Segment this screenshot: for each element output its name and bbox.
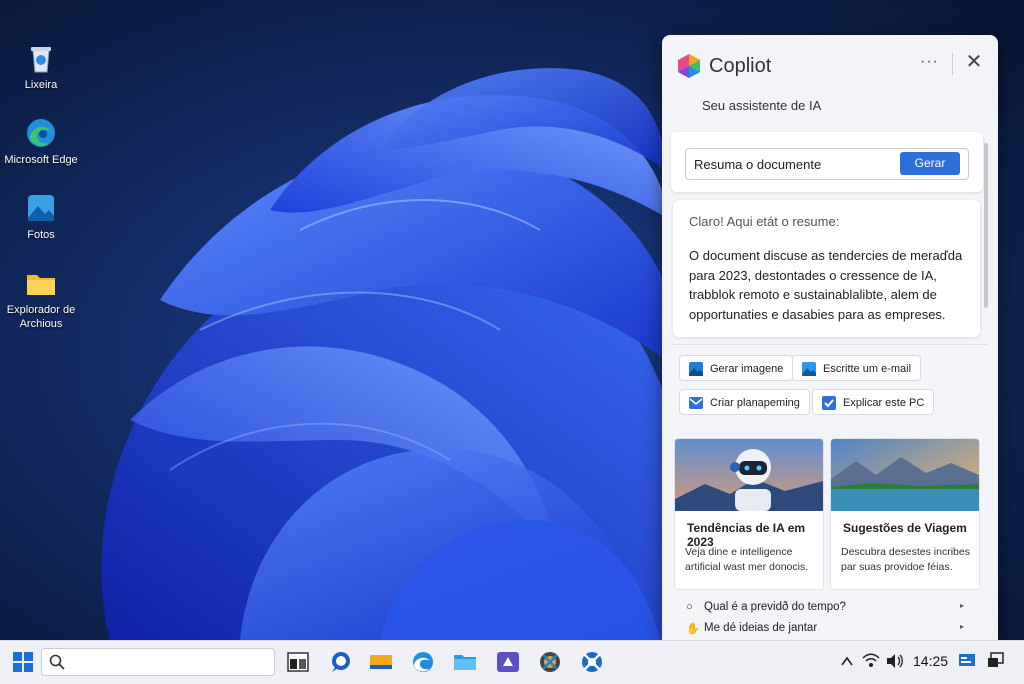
answer-intro: Claro! Aqui etát o resume: [689, 214, 840, 229]
hand-icon: ✋ [686, 623, 700, 635]
settings-icon[interactable] [538, 650, 562, 674]
chevron-right-icon: ▸ [960, 622, 965, 631]
checkbox-icon [822, 396, 836, 410]
desktop-icon-recycle-bin[interactable]: Lixeira [1, 42, 81, 92]
card-travel-suggestions[interactable]: Sugestões de Viagem Descubra desestes in… [830, 438, 980, 590]
chip-write-email[interactable]: Escritte um e-mail [792, 355, 922, 381]
edge-taskbar-icon[interactable] [411, 650, 435, 674]
image-icon [802, 362, 816, 376]
more-options-button[interactable]: ··· [920, 53, 939, 71]
volume-icon[interactable] [886, 653, 904, 669]
card-title: Sugestões de Viagem [843, 521, 967, 535]
copilot-header: Copliot ··· ✕ Seu assistente de IA [662, 35, 998, 125]
header-separator [952, 53, 953, 75]
divider [672, 344, 988, 345]
chip-explain-pc[interactable]: Explicar este PC [812, 389, 935, 415]
store-icon[interactable] [496, 650, 520, 674]
edge-icon [27, 119, 55, 147]
card-ai-trends[interactable]: Tendências de IA em 2023 Veja dine e int… [674, 438, 824, 590]
suggestion-label: Qual é a previdð do tempo? [704, 601, 846, 613]
desktop-icon-edge[interactable]: Microsoft Edge [1, 117, 81, 167]
chat-icon[interactable] [328, 650, 352, 674]
chip-label: Gerar imagene [710, 363, 784, 375]
weather-icon: ○ [686, 601, 693, 613]
folder-icon [27, 275, 55, 295]
image-icon [689, 362, 703, 376]
prompt-card: Resuma o documente Gerar [671, 132, 983, 192]
chip-generate-image[interactable]: Gerar imagene [679, 355, 794, 381]
helm-icon[interactable] [580, 650, 604, 674]
taskbar: 14:25 [0, 640, 1024, 684]
robot-image [675, 439, 823, 511]
prompt-input[interactable]: Resuma o documente Gerar [685, 148, 969, 180]
generate-button[interactable]: Gerar [900, 152, 960, 175]
clock[interactable]: 14:25 [913, 653, 948, 669]
taskbar-search-box[interactable] [41, 648, 275, 676]
copilot-title: Copliot [709, 55, 772, 77]
recycle-bin-icon [31, 47, 51, 73]
copilot-panel: Copliot ··· ✕ Seu assistente de IA Resum… [662, 35, 998, 640]
widgets-icon[interactable] [369, 650, 393, 674]
chip-label: Criar planapeming [710, 397, 800, 409]
desktop-icon-file-explorer[interactable]: Explorador de Archious [1, 267, 81, 331]
close-button[interactable]: ✕ [964, 49, 984, 74]
chip-label: Explicar este PC [843, 397, 925, 409]
wifi-icon[interactable] [862, 653, 880, 669]
card-description: Descubra desestes incribes par suas prov… [841, 546, 970, 573]
desktop-icon-photos[interactable]: Fotos [1, 192, 81, 242]
scrollbar-thumb[interactable] [984, 143, 988, 308]
file-explorer-icon[interactable] [453, 650, 477, 674]
answer-body: O document discuse as tendercies de mera… [689, 248, 963, 322]
start-button[interactable] [13, 652, 33, 672]
chip-create-plan[interactable]: Criar planapeming [679, 389, 810, 415]
chevron-right-icon: ▸ [960, 601, 965, 610]
notification-icon[interactable] [958, 652, 976, 670]
suggestion-label: Me dé ideias de jantar [704, 622, 818, 634]
chip-label: Escritte um e-mail [823, 363, 912, 375]
task-view-icon[interactable] [286, 650, 310, 674]
search-icon [49, 654, 65, 670]
display-icon[interactable] [987, 652, 1005, 670]
landscape-image [831, 439, 979, 511]
card-description: Veja dine e intelligence artificial wast… [685, 546, 809, 573]
photos-icon [28, 195, 54, 221]
answer-card: Claro! Aqui etát o resume: O document di… [673, 200, 980, 337]
copilot-subtitle: Seu assistente de IA [702, 98, 822, 113]
copilot-logo-icon [678, 54, 700, 78]
chevron-up-icon[interactable] [840, 655, 854, 667]
mail-icon [689, 397, 703, 409]
prompt-input-value: Resuma o documente [694, 157, 822, 172]
